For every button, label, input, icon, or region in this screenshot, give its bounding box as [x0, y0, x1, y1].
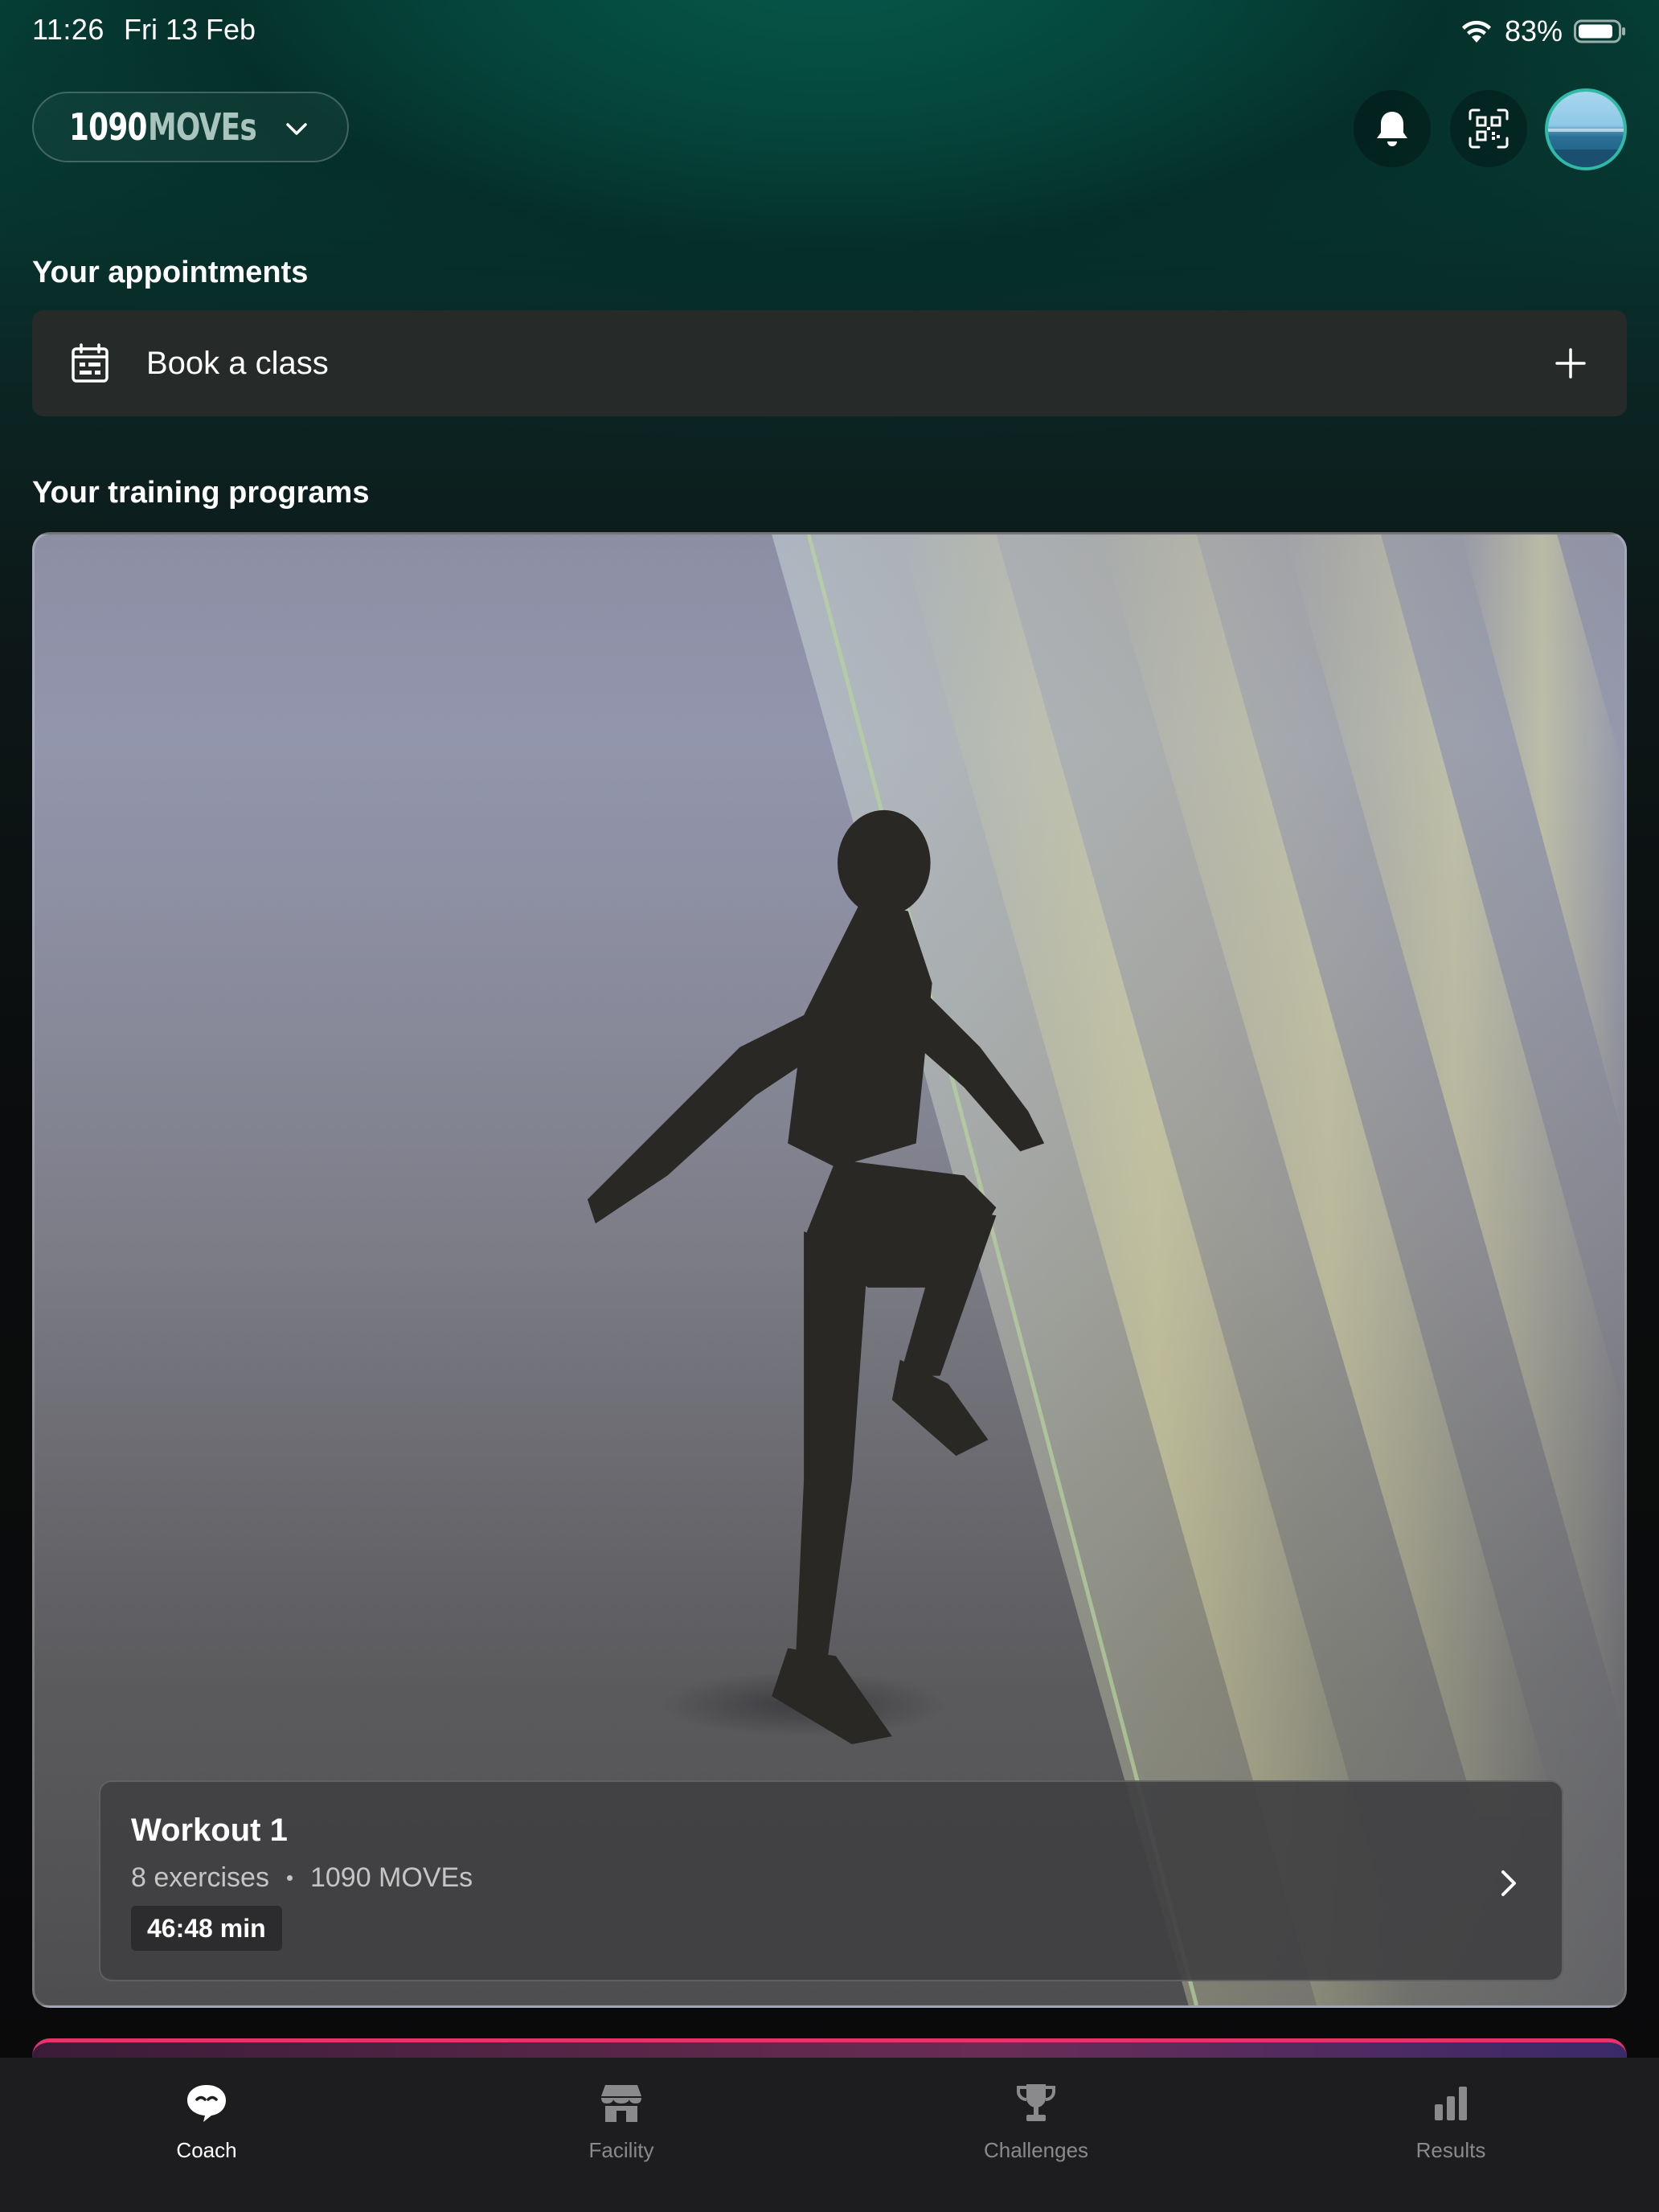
- duration-badge: 46:48 min: [131, 1906, 282, 1951]
- trophy-icon: [1017, 2084, 1055, 2121]
- programs-heading: Your training programs: [32, 476, 370, 510]
- qr-code-icon: [1469, 109, 1509, 149]
- brand-name: MOVEs: [148, 105, 257, 149]
- tab-challenges-label: Challenges: [983, 2138, 1089, 2162]
- storefront-icon: [601, 2085, 641, 2122]
- exercise-count: 8 exercises: [131, 1862, 269, 1893]
- workout-summary[interactable]: Workout 1 8 exercises 1090 MOVEs 46:48 m…: [99, 1780, 1563, 1981]
- battery-icon: [1574, 19, 1625, 43]
- status-time: 11:26: [32, 13, 104, 46]
- meta-separator: [286, 1875, 293, 1881]
- brand-number: 1090: [69, 105, 148, 149]
- tab-results-label: Results: [1415, 2138, 1486, 2162]
- status-indicators: 83%: [1460, 14, 1627, 48]
- avatar[interactable]: [1545, 88, 1627, 170]
- tab-coach[interactable]: Coach: [110, 2082, 303, 2163]
- status-date: Fri 13 Feb: [124, 13, 256, 46]
- workout-meta: 8 exercises 1090 MOVEs: [131, 1862, 473, 1894]
- chevron-right-icon: [1501, 1870, 1516, 1896]
- coach-chat-icon: [187, 2085, 226, 2122]
- bar-chart-icon: [1435, 2087, 1467, 2120]
- qr-scan-button[interactable]: [1450, 90, 1527, 167]
- bell-icon: [1377, 112, 1407, 146]
- tab-facility[interactable]: Facility: [525, 2082, 718, 2163]
- tab-facility-label: Facility: [588, 2138, 654, 2162]
- studio-selector[interactable]: 1090 MOVEs: [32, 92, 349, 162]
- workout-title: Workout 1: [131, 1813, 288, 1848]
- plus-icon: [1555, 348, 1586, 379]
- chevron-down-icon: [286, 123, 307, 135]
- status-bar: 11:26 Fri 13 Feb 83%: [0, 0, 1659, 59]
- notifications-button[interactable]: [1354, 90, 1431, 167]
- tab-challenges[interactable]: Challenges: [940, 2082, 1133, 2163]
- wifi-icon: [1461, 20, 1491, 43]
- avatar-image: [1548, 129, 1624, 167]
- tab-results[interactable]: Results: [1354, 2082, 1547, 2163]
- battery-percent: 83%: [1504, 14, 1563, 47]
- book-class-label: Book a class: [146, 346, 329, 381]
- appointments-heading: Your appointments: [32, 256, 309, 289]
- tab-coach-label: Coach: [176, 2138, 237, 2162]
- tab-bar: Coach Facility Challenges Results: [0, 2058, 1659, 2212]
- book-class-button[interactable]: Book a class: [32, 310, 1627, 416]
- calendar-icon: [72, 343, 109, 383]
- workout-brand: 1090 MOVEs: [309, 1862, 473, 1893]
- program-card[interactable]: Workout 1 8 exercises 1090 MOVEs 46:48 m…: [32, 532, 1627, 2008]
